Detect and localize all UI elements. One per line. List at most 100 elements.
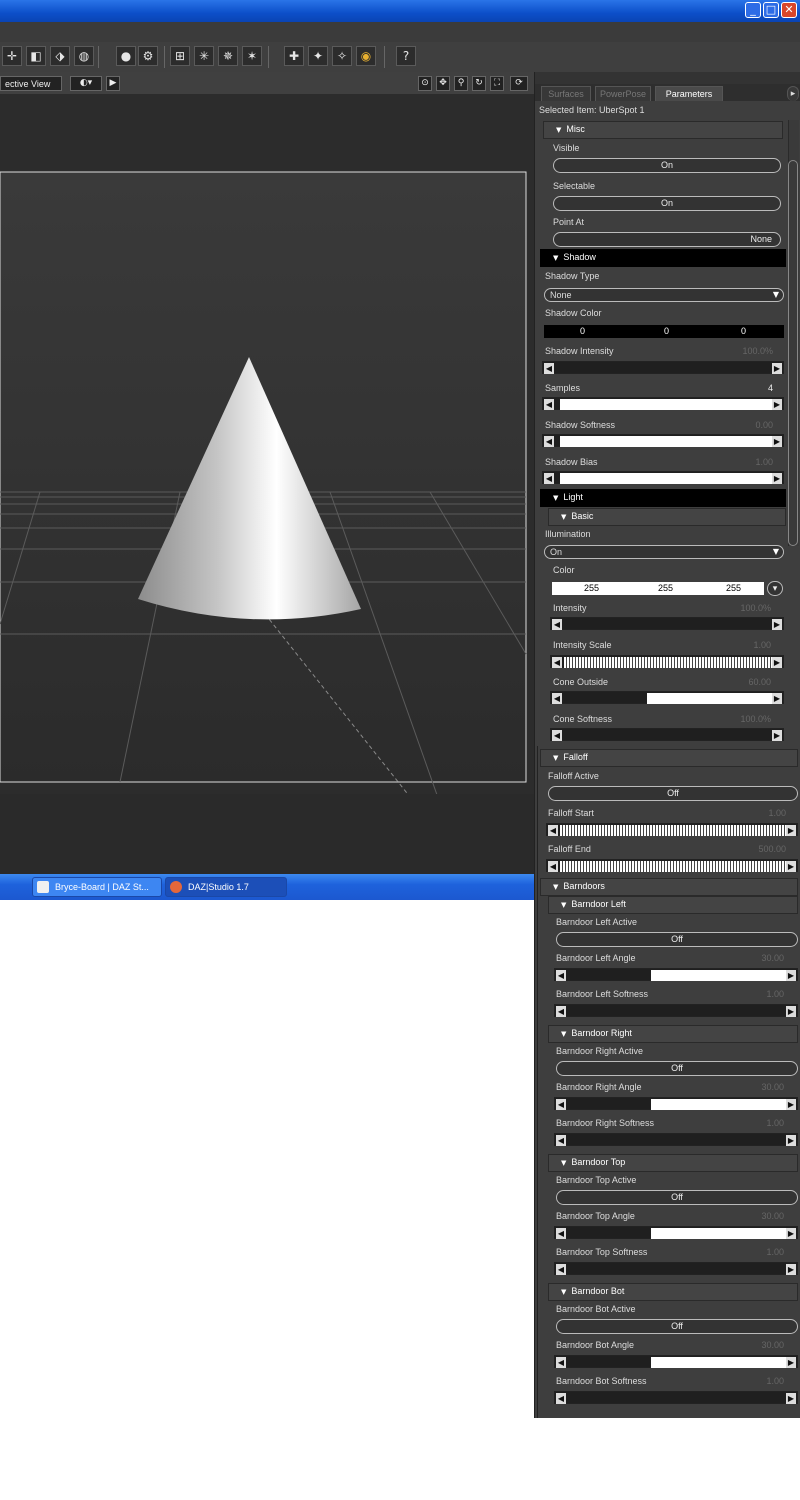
slider-increment-icon[interactable]: ▶ <box>786 970 796 981</box>
barndoor-right-softness-slider[interactable]: ◀ ▶ <box>554 1133 798 1146</box>
slider-increment-icon[interactable]: ▶ <box>772 693 782 704</box>
shadow-color-field[interactable]: 0 0 0 <box>544 325 784 338</box>
slider-increment-icon[interactable]: ▶ <box>786 1228 796 1239</box>
barndoor-left-active-toggle[interactable]: Off <box>556 932 798 947</box>
section-barndoor-bot[interactable]: ▼ Barndoor Bot <box>548 1283 798 1301</box>
slider-decrement-icon[interactable]: ◀ <box>552 657 562 668</box>
play-button[interactable]: ▶ <box>106 76 120 91</box>
slider-decrement-icon[interactable]: ◀ <box>556 970 566 981</box>
minimize-button[interactable]: _ <box>745 2 761 18</box>
barndoor-right-angle-slider[interactable]: ◀ ▶ <box>554 1097 798 1110</box>
camera-tool-icon[interactable]: ◍ <box>74 46 94 66</box>
3d-viewport[interactable] <box>0 94 534 861</box>
barndoor-bot-active-toggle[interactable]: Off <box>556 1319 798 1334</box>
frame-icon[interactable]: ⛶ <box>490 76 504 91</box>
new-spot-light-icon[interactable]: ✵ <box>218 46 238 66</box>
slider-decrement-icon[interactable]: ◀ <box>552 730 562 741</box>
intensity-scale-slider[interactable]: ◀ ▶ <box>550 655 784 668</box>
slider-decrement-icon[interactable]: ◀ <box>556 1006 566 1017</box>
visible-toggle[interactable]: On <box>553 158 781 173</box>
slider-decrement-icon[interactable]: ◀ <box>548 825 558 836</box>
render-settings-icon[interactable]: ⚙ <box>138 46 158 66</box>
tab-powerpose[interactable]: PowerPose <box>595 86 651 101</box>
slider-decrement-icon[interactable]: ◀ <box>556 1228 566 1239</box>
slider-increment-icon[interactable]: ▶ <box>772 399 782 410</box>
pan-icon[interactable]: ✥ <box>436 76 450 91</box>
slider-increment-icon[interactable]: ▶ <box>786 825 796 836</box>
panel-menu-button[interactable]: ▸ <box>787 86 799 101</box>
slider-decrement-icon[interactable]: ◀ <box>544 436 554 447</box>
slider-increment-icon[interactable]: ▶ <box>772 657 782 668</box>
slider-increment-icon[interactable]: ▶ <box>786 1357 796 1368</box>
barndoor-top-softness-slider[interactable]: ◀ ▶ <box>554 1262 798 1275</box>
barndoor-bot-angle-slider[interactable]: ◀ ▶ <box>554 1355 798 1368</box>
slider-decrement-icon[interactable]: ◀ <box>548 861 558 872</box>
section-barndoors[interactable]: ▼ Barndoors <box>540 878 798 896</box>
new-distant-light-icon[interactable]: ✳ <box>194 46 214 66</box>
slider-increment-icon[interactable]: ▶ <box>786 1135 796 1146</box>
section-barndoor-right[interactable]: ▼ Barndoor Right <box>548 1025 798 1043</box>
light-color-field[interactable]: 255 255 255 <box>552 582 764 595</box>
panel-scrollbar-thumb[interactable] <box>788 160 798 546</box>
move-tool-icon[interactable]: ✛ <box>2 46 22 66</box>
tab-surfaces[interactable]: Surfaces <box>541 86 591 101</box>
new-camera-icon[interactable]: ⊞ <box>170 46 190 66</box>
close-button[interactable]: ✕ <box>781 2 797 18</box>
scene-render[interactable] <box>0 94 534 861</box>
intensity-slider[interactable]: ◀ ▶ <box>550 617 784 630</box>
shadow-intensity-slider[interactable]: ◀ ▶ <box>542 361 784 374</box>
color-picker-button[interactable]: ▾ <box>767 581 783 596</box>
tab-parameters[interactable]: Parameters <box>655 86 723 101</box>
zoom-icon[interactable]: ⚲ <box>454 76 468 91</box>
section-basic[interactable]: ▼ Basic <box>548 508 786 526</box>
barndoor-right-active-toggle[interactable]: Off <box>556 1061 798 1076</box>
shadow-bias-slider[interactable]: ◀ ▶ <box>542 471 784 484</box>
view-select[interactable]: ective View ▼ <box>0 76 62 103</box>
slider-increment-icon[interactable]: ▶ <box>772 619 782 630</box>
falloff-active-toggle[interactable]: Off <box>548 786 798 801</box>
maximize-button[interactable]: □ <box>763 2 779 18</box>
render-sphere-icon[interactable]: ● <box>116 46 136 66</box>
cone-softness-slider[interactable]: ◀ ▶ <box>550 728 784 741</box>
section-barndoor-left[interactable]: ▼ Barndoor Left <box>548 896 798 914</box>
taskbar-item-daz-studio[interactable]: DAZ|Studio 1.7 <box>165 877 287 897</box>
slider-increment-icon[interactable]: ▶ <box>786 1006 796 1017</box>
new-uber-area-icon[interactable]: ✧ <box>332 46 352 66</box>
barndoor-left-angle-slider[interactable]: ◀ ▶ <box>554 968 798 981</box>
barndoor-bot-softness-slider[interactable]: ◀ ▶ <box>554 1391 798 1404</box>
slider-decrement-icon[interactable]: ◀ <box>556 1135 566 1146</box>
slider-increment-icon[interactable]: ▶ <box>772 363 782 374</box>
node-select-icon[interactable]: ⬗ <box>50 46 70 66</box>
slider-increment-icon[interactable]: ▶ <box>786 1393 796 1404</box>
frame-tool-icon[interactable]: ◧ <box>26 46 46 66</box>
slider-decrement-icon[interactable]: ◀ <box>556 1393 566 1404</box>
falloff-start-slider[interactable]: ◀ ▶ <box>546 823 798 836</box>
slider-increment-icon[interactable]: ▶ <box>786 1099 796 1110</box>
slider-decrement-icon[interactable]: ◀ <box>544 363 554 374</box>
slider-increment-icon[interactable]: ▶ <box>772 436 782 447</box>
slider-decrement-icon[interactable]: ◀ <box>556 1264 566 1275</box>
draw-style-button[interactable]: ◐▾ <box>70 76 102 91</box>
barndoor-top-active-toggle[interactable]: Off <box>556 1190 798 1205</box>
section-shadow[interactable]: ▼ Shadow <box>540 249 786 267</box>
point-at-select[interactable]: None <box>553 232 781 247</box>
slider-decrement-icon[interactable]: ◀ <box>544 399 554 410</box>
environment-sphere-icon[interactable]: ◉ <box>356 46 376 66</box>
falloff-end-slider[interactable]: ◀ ▶ <box>546 859 798 872</box>
slider-increment-icon[interactable]: ▶ <box>772 730 782 741</box>
section-falloff[interactable]: ▼ Falloff <box>540 749 798 767</box>
section-light[interactable]: ▼ Light <box>540 489 786 507</box>
slider-decrement-icon[interactable]: ◀ <box>556 1357 566 1368</box>
zoom-reset-icon[interactable]: ⊙ <box>418 76 432 91</box>
section-misc[interactable]: ▼ Misc <box>543 121 783 139</box>
panel-collapse-handle[interactable] <box>535 72 800 84</box>
barndoor-left-softness-slider[interactable]: ◀ ▶ <box>554 1004 798 1017</box>
slider-decrement-icon[interactable]: ◀ <box>556 1099 566 1110</box>
slider-decrement-icon[interactable]: ◀ <box>544 473 554 484</box>
slider-decrement-icon[interactable]: ◀ <box>552 619 562 630</box>
selectable-toggle[interactable]: On <box>553 196 781 211</box>
new-point-light-icon[interactable]: ✶ <box>242 46 262 66</box>
barndoor-top-angle-slider[interactable]: ◀ ▶ <box>554 1226 798 1239</box>
slider-increment-icon[interactable]: ▶ <box>772 473 782 484</box>
rotate-icon[interactable]: ⟳ <box>510 76 528 91</box>
